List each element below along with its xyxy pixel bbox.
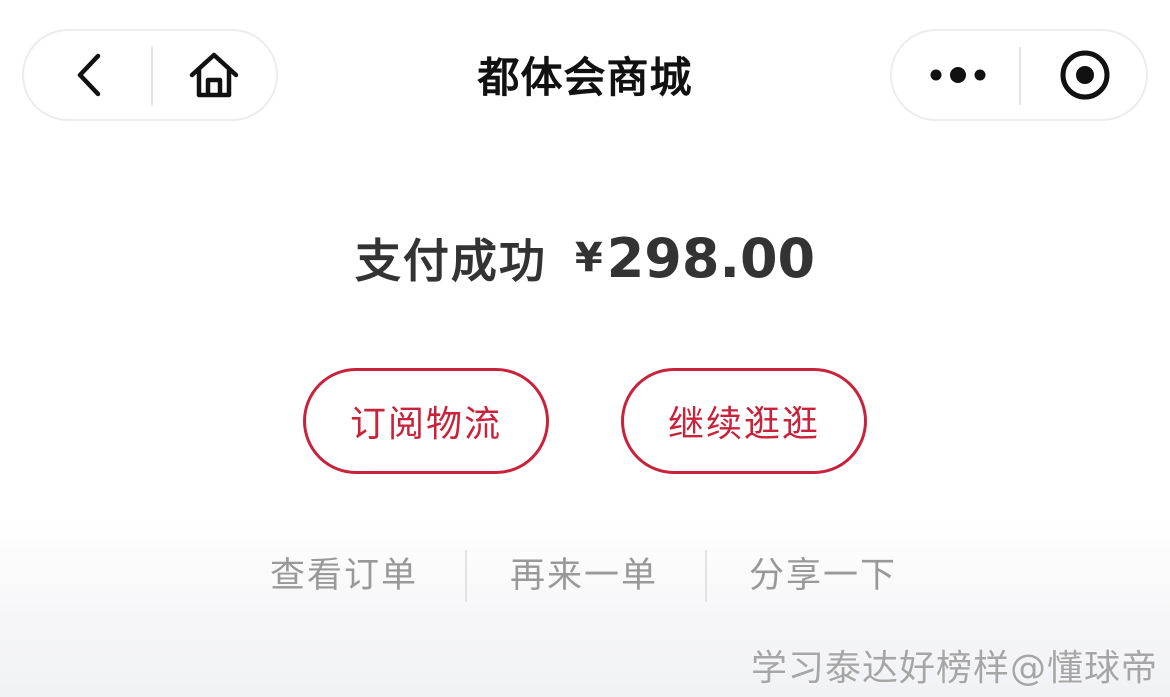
secondary-links: 查看订单 再来一单 分享一下 — [0, 548, 1170, 604]
nav-capsule-right — [890, 29, 1148, 121]
share-link[interactable]: 分享一下 — [723, 548, 923, 604]
close-miniprogram-button[interactable] — [1025, 31, 1145, 119]
currency-symbol: ¥ — [574, 235, 603, 281]
more-dots-icon — [930, 67, 986, 83]
capsule-divider — [151, 47, 153, 105]
reorder-link[interactable]: 再来一单 — [484, 548, 684, 604]
nav-capsule-left — [22, 29, 278, 121]
payment-amount: 298.00 — [606, 226, 816, 290]
home-button[interactable] — [154, 31, 274, 119]
link-divider — [465, 550, 467, 602]
page-title: 都体会商城 — [477, 53, 693, 102]
more-button[interactable] — [898, 31, 1018, 119]
track-logistics-button[interactable]: 订阅物流 — [303, 368, 549, 474]
capsule-divider — [1019, 47, 1021, 105]
payment-status-label: 支付成功 — [354, 234, 547, 288]
continue-shopping-button[interactable]: 继续逛逛 — [621, 368, 867, 474]
payment-status: 支付成功 ¥ 298.00 — [0, 218, 1170, 298]
view-order-link[interactable]: 查看订单 — [244, 548, 444, 604]
watermark-text: 学习泰达好榜样@懂球帝 — [750, 648, 1158, 689]
target-close-icon — [1060, 50, 1110, 100]
link-divider — [705, 550, 707, 602]
back-button[interactable] — [30, 31, 150, 119]
home-icon — [189, 52, 239, 98]
chevron-left-icon — [77, 53, 101, 97]
